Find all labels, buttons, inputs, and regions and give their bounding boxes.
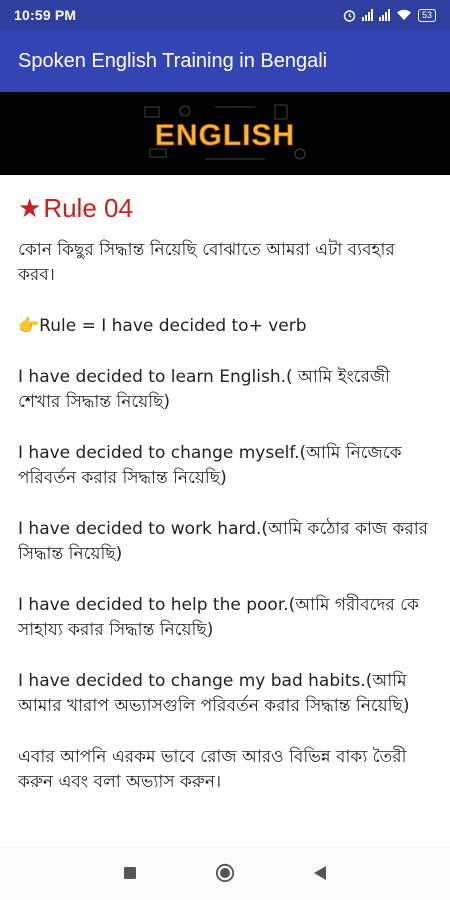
lesson-content: ★ Rule 04 কোন কিছুর সিদ্ধান্ত নিয়েছি বো… bbox=[0, 175, 450, 795]
lesson-example: I have decided to change myself.(আমি নিজ… bbox=[18, 443, 402, 488]
signal-icon-1 bbox=[361, 9, 373, 21]
back-triangle-icon[interactable] bbox=[310, 863, 330, 883]
lesson-paragraph: কোন কিছুর সিদ্ধান্ত নিয়েছি বোঝাতে আমরা … bbox=[18, 240, 395, 285]
signal-icon-2 bbox=[378, 9, 390, 21]
status-time: 10:59 PM bbox=[14, 7, 77, 23]
system-nav-bar bbox=[0, 846, 450, 900]
lesson-example: I have decided to help the poor.(আমি গরী… bbox=[18, 595, 419, 640]
logo-text: ENGLISH bbox=[155, 119, 295, 152]
lesson-example: I have decided to change my bad habits.(… bbox=[18, 671, 410, 716]
lesson-practice-note: এবার আপনি এরকম ভাবে রোজ আরও বিভিন্ন বাক্… bbox=[18, 747, 407, 792]
home-circle-icon[interactable] bbox=[215, 863, 235, 883]
status-bar: 10:59 PM 53 bbox=[0, 0, 450, 30]
wifi-icon bbox=[396, 9, 412, 21]
battery-icon: 53 bbox=[417, 8, 436, 22]
star-icon: ★ bbox=[18, 193, 42, 223]
lesson-example: I have decided to learn English.( আমি ইং… bbox=[18, 367, 391, 412]
app-bar: Spoken English Training in Bengali bbox=[0, 30, 450, 92]
english-logo-image: ENGLISH bbox=[125, 98, 325, 169]
banner-image: ENGLISH bbox=[0, 92, 450, 175]
status-icons: 53 bbox=[343, 8, 436, 22]
alarm-icon bbox=[343, 9, 356, 22]
app-title: Spoken English Training in Bengali bbox=[18, 49, 328, 72]
recents-square-icon[interactable] bbox=[120, 863, 140, 883]
lesson-example: I have decided to work hard.(আমি কঠোর কা… bbox=[18, 519, 429, 564]
rule-heading: ★ Rule 04 bbox=[18, 193, 432, 224]
rule-title-text: Rule 04 bbox=[43, 193, 133, 223]
rule-formula: 👉Rule = I have decided to+ verb bbox=[18, 316, 307, 336]
